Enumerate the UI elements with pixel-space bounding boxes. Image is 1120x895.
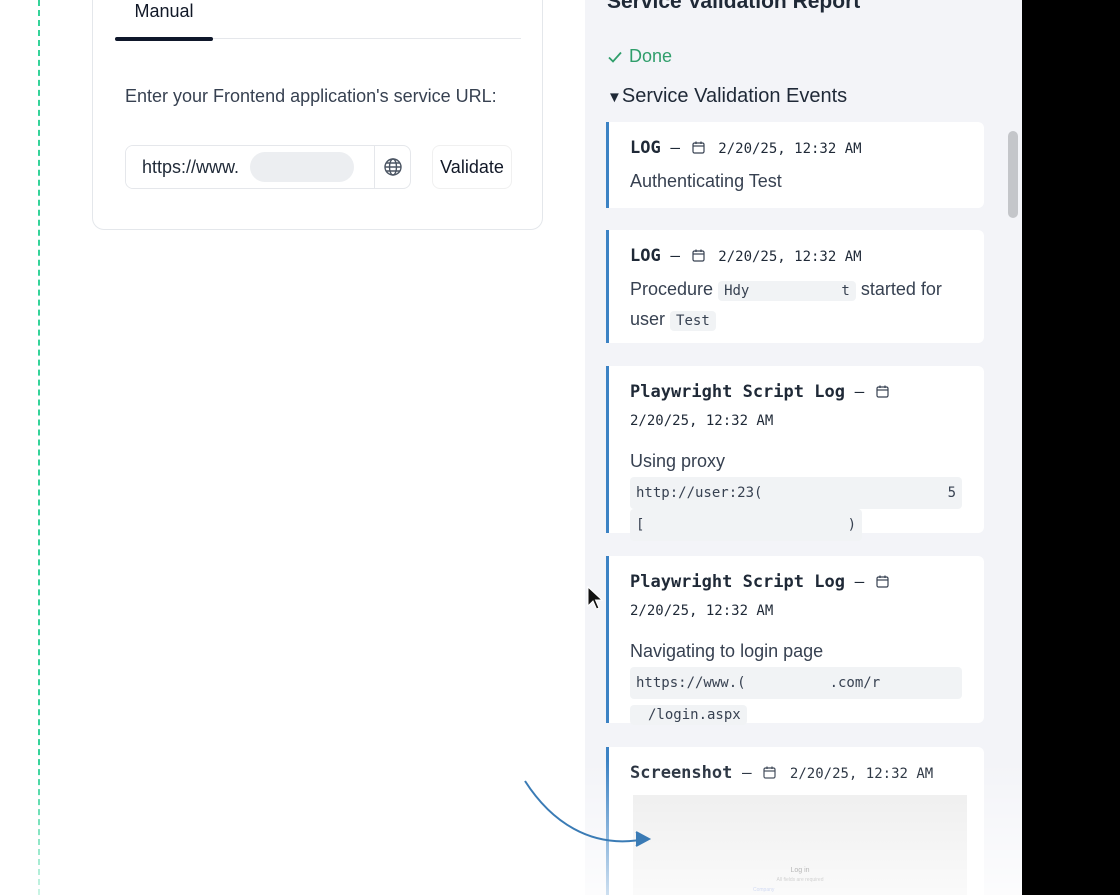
login-url-code-cont: /login.aspx [630,705,747,725]
calendar-icon [876,575,889,588]
event-timestamp: 2/20/25, 12:32 AM [718,141,862,157]
validate-button[interactable]: Validate [432,145,512,189]
proxy-url-code-cont: [) [630,509,862,541]
thumbnail-link: Company [753,887,775,893]
event-type: LOG [630,138,661,158]
validation-card: Manual Enter your Frontend application's… [92,0,543,230]
thumbnail-subtitle: All fields are required [776,877,824,883]
event-card: LOG – 2/20/25, 12:32 AM Procedure Hdy t s… [606,230,984,343]
event-card: Screenshot – 2/20/25, 12:32 AM Log in Al… [606,747,984,895]
calendar-icon [692,141,705,154]
event-timestamp: 2/20/25, 12:32 AM [789,766,934,782]
event-header: LOG – 2/20/25, 12:32 AM [630,242,964,271]
event-card: LOG – 2/20/25, 12:32 AM Authenticating T… [606,122,984,208]
login-url-start: https://www.( [636,675,746,691]
calendar-icon [876,385,889,398]
event-message: Navigating to login page https://www.( .c… [630,637,964,729]
events-disclosure[interactable]: ▼Service Validation Events [607,85,847,108]
procedure-code-end: t [841,283,850,299]
active-tab-indicator [115,37,213,41]
event-separator: – [854,382,865,401]
triangle-down-icon: ▼ [607,89,622,106]
report-title: Service Validation Report [607,0,861,13]
screenshot-thumbnail[interactable]: Log in All fields are required Company [633,795,967,895]
event-message: Authenticating Test [630,171,782,191]
check-icon [608,51,622,63]
url-input-group [125,145,411,189]
proxy-url-code: http://user:23( 5 [630,477,962,509]
proxy-url-end: 5 [947,485,956,501]
events-header-label: Service Validation Events [621,85,848,107]
message-text: user [630,309,666,329]
procedure-code: Hdy t [718,281,856,301]
event-separator: – [670,138,680,157]
tab-manual[interactable]: Manual [115,0,213,41]
dashed-divider [38,0,40,895]
message-text: Using proxy [630,451,726,471]
event-timestamp: 2/20/25, 12:32 AM [630,413,774,429]
event-header: LOG – 2/20/25, 12:32 AM [630,134,964,163]
globe-button[interactable] [374,146,410,188]
event-type: LOG [630,246,661,266]
annotation-arrow [524,780,652,847]
login-url-code: https://www.( .com/r [630,667,962,699]
event-separator: – [854,572,865,591]
event-header: Playwright Script Log – 2/20/25, 12:32 A… [630,378,964,435]
login-url-mid: .com/r [829,675,881,691]
tab-bar: Manual [115,0,521,41]
globe-icon [383,158,402,176]
event-separator: – [670,246,680,265]
url-prompt: Enter your Frontend application's servic… [125,86,497,106]
mouse-cursor-icon [587,586,603,610]
message-text: started for [860,279,942,299]
message-text: Navigating to login page [630,641,824,661]
procedure-code-start: Hdy [724,283,750,299]
user-code: Test [670,311,716,331]
validation-report-panel: Service Validation Report Done ▼Service … [585,0,1022,895]
login-url-path: /login.aspx [648,707,741,723]
calendar-icon [692,249,705,262]
status-indicator: Done [607,46,672,67]
tab-manual-label: Manual [134,1,194,21]
event-header: Screenshot – 2/20/25, 12:32 AM [630,759,964,788]
thumbnail-title: Log in [790,867,810,874]
proxy-url-cont-end: ) [847,517,856,533]
screen-edge [1022,0,1120,895]
event-message: Procedure Hdy t started for user Test [630,275,964,335]
message-text: Procedure [630,279,714,299]
panel-scrollbar-thumb[interactable] [1008,131,1018,218]
event-message: Using proxy http://user:23( 5 [) [630,447,964,541]
proxy-url-cont-start: [ [636,517,645,533]
event-header: Playwright Script Log – 2/20/25, 12:32 A… [630,568,964,625]
event-card: Playwright Script Log – 2/20/25, 12:32 A… [606,556,984,725]
event-type: Playwright Script Log [630,572,845,592]
event-timestamp: 2/20/25, 12:32 AM [630,603,774,619]
redacted-region [250,152,354,182]
status-text: Done [629,46,673,66]
event-timestamp: 2/20/25, 12:32 AM [718,249,862,265]
event-separator: – [742,763,752,782]
event-card: Playwright Script Log – 2/20/25, 12:32 A… [606,366,984,541]
proxy-url-start: http://user:23( [636,485,763,501]
calendar-icon [763,766,776,779]
event-type: Playwright Script Log [630,382,845,402]
